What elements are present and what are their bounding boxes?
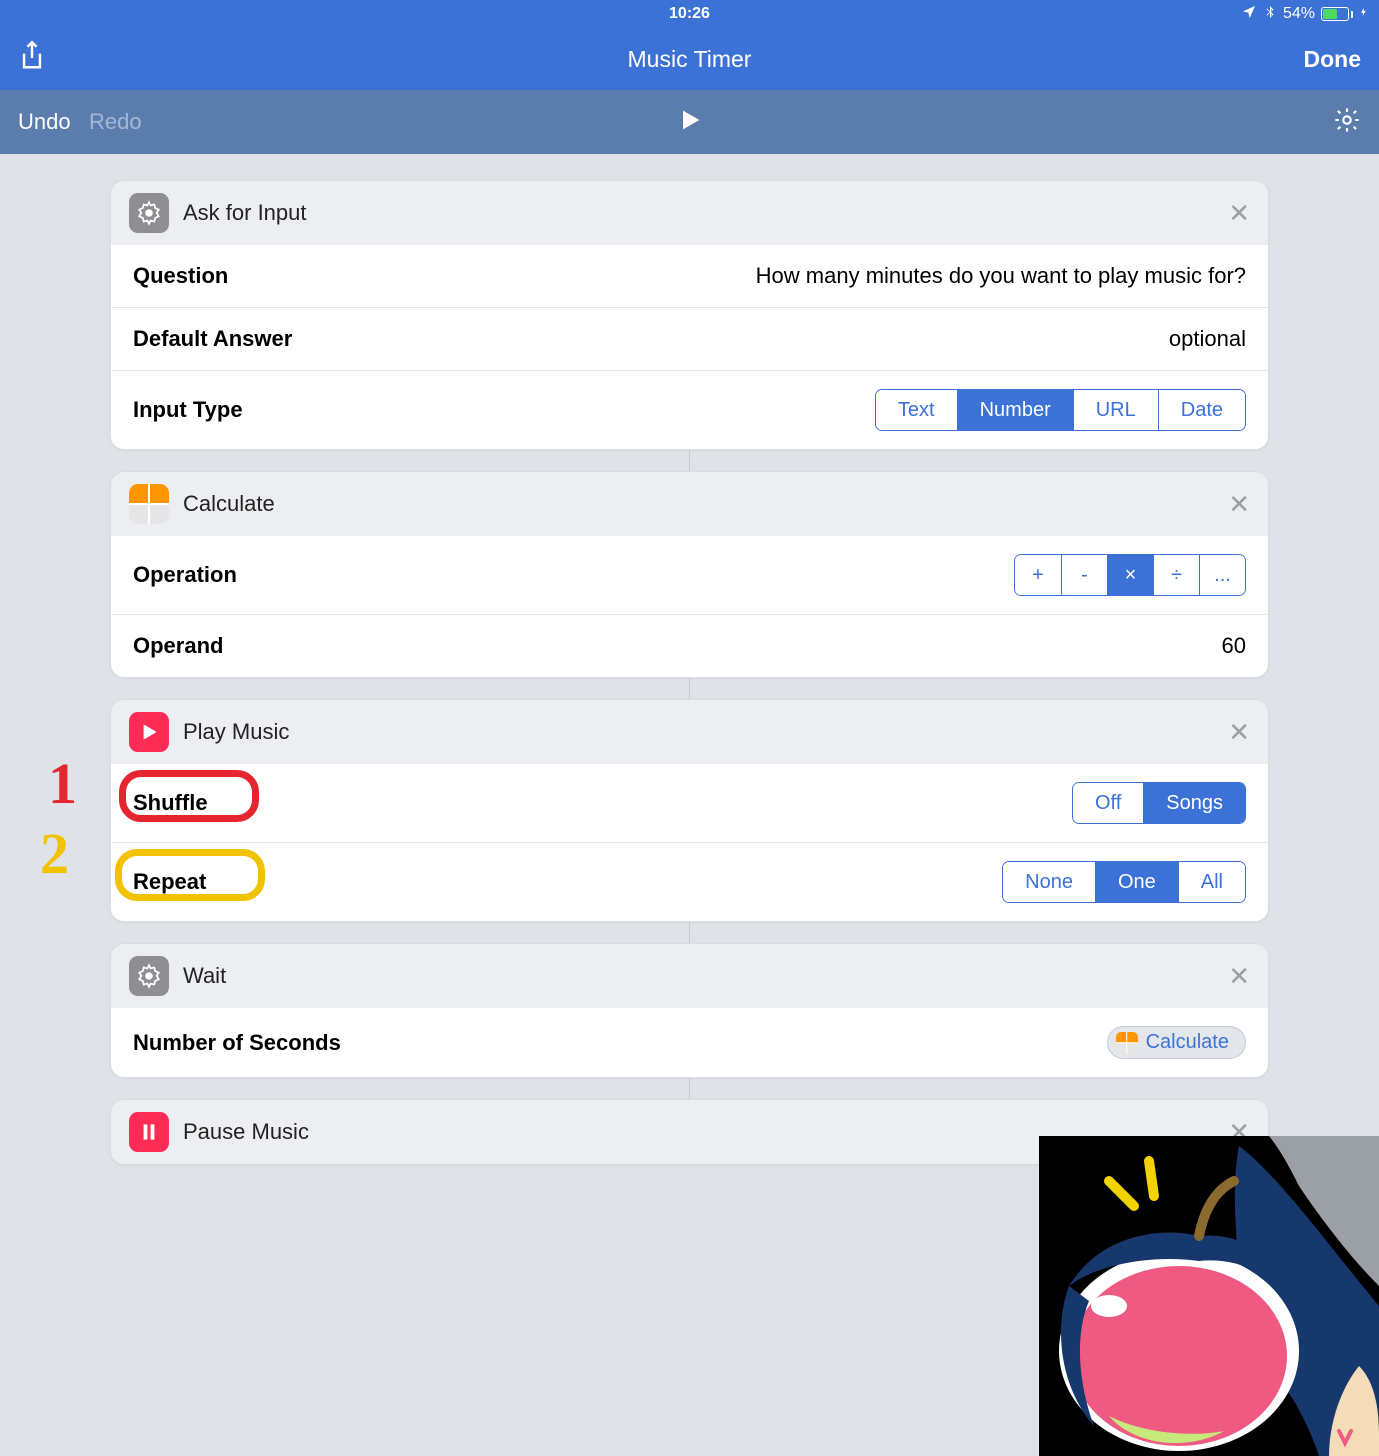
- battery-percent: 54%: [1283, 5, 1315, 23]
- connector: [110, 678, 1269, 699]
- action-play-music[interactable]: Play Music ✕ Shuffle Off Songs Repeat No…: [110, 699, 1269, 922]
- gear-icon: [129, 193, 169, 233]
- row-label: Operation: [133, 562, 237, 588]
- gear-icon: [129, 956, 169, 996]
- seg-number[interactable]: Number: [957, 390, 1073, 430]
- shuffle-segmented[interactable]: Off Songs: [1072, 782, 1246, 824]
- seg-text[interactable]: Text: [876, 390, 957, 430]
- picture-in-picture-thumbnail[interactable]: [1039, 1136, 1379, 1456]
- seg-div[interactable]: ÷: [1153, 555, 1199, 595]
- question-value[interactable]: How many minutes do you want to play mus…: [756, 263, 1246, 289]
- seg-all[interactable]: All: [1178, 862, 1245, 902]
- seg-plus[interactable]: +: [1015, 555, 1061, 595]
- action-wait[interactable]: Wait ✕ Number of Seconds Calculate: [110, 943, 1269, 1078]
- repeat-segmented[interactable]: None One All: [1002, 861, 1246, 903]
- seg-date[interactable]: Date: [1158, 390, 1245, 430]
- action-title: Ask for Input: [183, 200, 307, 226]
- seg-minus[interactable]: -: [1061, 555, 1107, 595]
- default-answer-input[interactable]: optional: [1169, 326, 1246, 352]
- action-ask-for-input[interactable]: Ask for Input ✕ Question How many minute…: [110, 180, 1269, 450]
- location-icon: [1241, 4, 1257, 25]
- connector: [110, 922, 1269, 943]
- action-title: Play Music: [183, 719, 289, 745]
- workflow-canvas[interactable]: Ask for Input ✕ Question How many minute…: [0, 154, 1379, 1165]
- editor-toolbar: Undo Redo: [0, 90, 1379, 154]
- status-bar: 10:26 54%: [0, 0, 1379, 28]
- calculator-icon: [129, 484, 169, 524]
- close-icon[interactable]: ✕: [1228, 491, 1250, 517]
- battery-icon: [1321, 7, 1353, 21]
- row-label: Question: [133, 263, 228, 289]
- seg-url[interactable]: URL: [1073, 390, 1158, 430]
- run-button[interactable]: [676, 106, 704, 139]
- close-icon[interactable]: ✕: [1228, 963, 1250, 989]
- operation-segmented[interactable]: + - × ÷ ...: [1014, 554, 1246, 596]
- nav-bar: Music Timer Done: [0, 28, 1379, 90]
- annotation-circle-shuffle: [119, 770, 259, 822]
- close-icon[interactable]: ✕: [1228, 719, 1250, 745]
- row-label: Operand: [133, 633, 223, 659]
- play-icon: [129, 712, 169, 752]
- action-title: Wait: [183, 963, 226, 989]
- connector: [110, 1078, 1269, 1099]
- seg-none[interactable]: None: [1003, 862, 1095, 902]
- redo-button: Redo: [89, 109, 142, 134]
- seg-times[interactable]: ×: [1107, 555, 1153, 595]
- charging-icon: [1359, 4, 1369, 25]
- variable-token-calculate[interactable]: Calculate: [1107, 1026, 1246, 1059]
- seg-off[interactable]: Off: [1073, 783, 1143, 823]
- done-button[interactable]: Done: [1304, 46, 1362, 73]
- row-label: Number of Seconds: [133, 1030, 341, 1056]
- bluetooth-icon: [1263, 4, 1277, 25]
- page-title: Music Timer: [0, 46, 1379, 73]
- calculator-icon: [1116, 1032, 1138, 1054]
- seg-one[interactable]: One: [1095, 862, 1178, 902]
- action-title: Calculate: [183, 491, 275, 517]
- annotation-circle-repeat: [115, 849, 265, 901]
- action-calculate[interactable]: Calculate ✕ Operation + - × ÷ ... Operan…: [110, 471, 1269, 678]
- connector: [110, 450, 1269, 471]
- operand-value[interactable]: 60: [1222, 633, 1246, 659]
- token-label: Calculate: [1146, 1031, 1229, 1054]
- row-label: Input Type: [133, 397, 243, 423]
- settings-icon[interactable]: [1333, 106, 1361, 139]
- seg-more[interactable]: ...: [1199, 555, 1245, 595]
- pause-icon: [129, 1112, 169, 1152]
- input-type-segmented[interactable]: Text Number URL Date: [875, 389, 1246, 431]
- row-label: Default Answer: [133, 326, 292, 352]
- status-time: 10:26: [0, 5, 1379, 23]
- close-icon[interactable]: ✕: [1228, 200, 1250, 226]
- share-icon[interactable]: [18, 40, 46, 79]
- action-title: Pause Music: [183, 1119, 309, 1145]
- undo-button[interactable]: Undo: [18, 109, 71, 134]
- seg-songs[interactable]: Songs: [1143, 783, 1245, 823]
